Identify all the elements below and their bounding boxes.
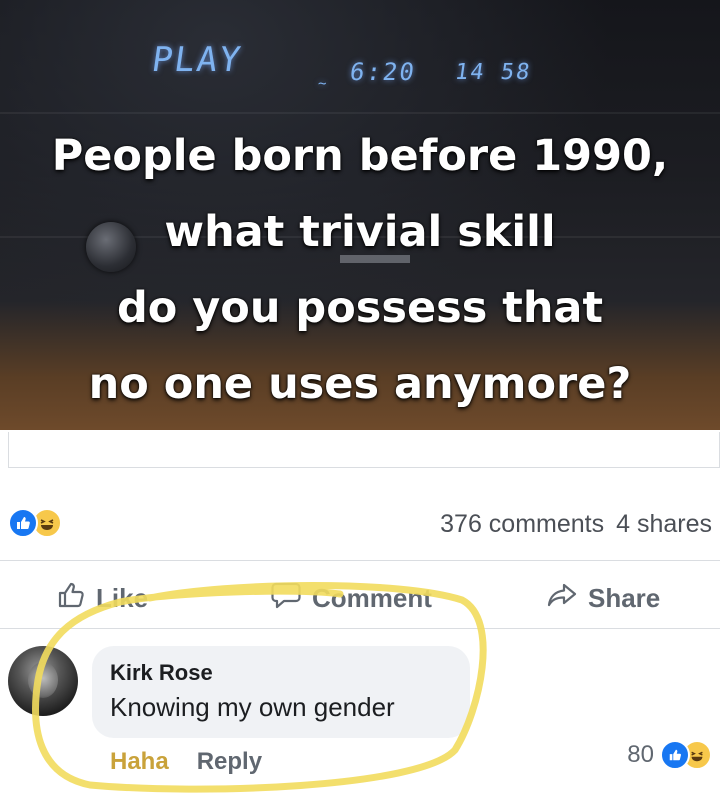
comment-text: Knowing my own gender (110, 692, 395, 722)
post-image[interactable]: PLAY ~ 6:20 14 58 People born before 199… (0, 0, 720, 430)
display-indicator: ~ (318, 76, 329, 92)
caption-line: do you possess that (116, 283, 604, 333)
like-label: Like (96, 583, 149, 613)
post-actions: Like Comment Share (0, 572, 720, 624)
comment-bubble: Kirk Rose Knowing my own gender (92, 646, 470, 738)
comments-count[interactable]: 376 comments (440, 510, 604, 539)
post-stats-row: 376 comments 4 shares (0, 500, 720, 544)
comment-author[interactable]: Kirk Rose (110, 660, 452, 686)
post-counts: 376 comments 4 shares (440, 510, 712, 539)
comment-label: Comment (312, 583, 432, 613)
avatar[interactable] (8, 646, 78, 716)
share-label: Share (588, 583, 661, 613)
comment-bubble-icon (270, 580, 302, 617)
caption-line: what trivial skill (164, 207, 556, 257)
haha-reaction-button[interactable]: Haha (110, 748, 169, 776)
caption-line: no one uses anymore? (88, 359, 632, 409)
like-icon[interactable] (8, 508, 38, 538)
thumbs-up-icon (56, 580, 86, 617)
divider (0, 112, 720, 114)
comment-actions: Haha Reply (110, 748, 262, 776)
like-icon (660, 740, 690, 770)
display-play-text: PLAY (149, 40, 245, 80)
divider (0, 560, 720, 561)
comment-button[interactable]: Comment (270, 580, 432, 617)
meme-caption: People born before 1990, what trivial sk… (0, 118, 720, 422)
reply-button[interactable]: Reply (197, 748, 262, 776)
divider (0, 628, 720, 629)
display-time-text: 6:20 (348, 58, 418, 86)
caption-line: People born before 1990, (51, 131, 669, 181)
like-button[interactable]: Like (56, 580, 148, 617)
link-preview-box (8, 432, 720, 468)
display-counter-text: 14 58 (453, 60, 533, 85)
share-button[interactable]: Share (546, 580, 660, 617)
share-arrow-icon (546, 580, 578, 617)
shares-count[interactable]: 4 shares (616, 510, 712, 539)
reaction-count: 80 (627, 741, 654, 768)
avatar-face (28, 662, 58, 698)
comment-reactions[interactable]: 80 (627, 740, 712, 770)
